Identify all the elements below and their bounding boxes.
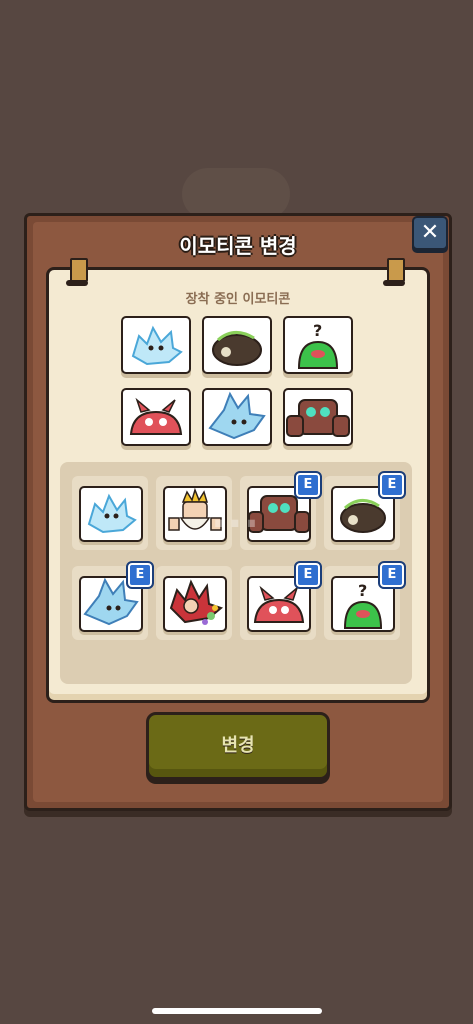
equipped-badge: E xyxy=(378,561,406,589)
equipped-slot-stone-golem[interactable] xyxy=(283,388,353,446)
ice-crystal-icon xyxy=(208,391,266,440)
inventory-item-red-spiky-jester[interactable] xyxy=(156,566,232,640)
dialog-title: 이모티콘 변경 xyxy=(179,234,297,258)
dark-boar-icon xyxy=(212,331,262,366)
pin-icon xyxy=(66,258,88,286)
green-slime-icon: ? xyxy=(297,321,339,369)
equipped-section-label: 장착 중인 이모티콘 xyxy=(185,292,291,307)
emoticon-card xyxy=(163,576,227,632)
red-jester-icon xyxy=(169,579,224,625)
pin-icon xyxy=(383,258,405,286)
equipped-slot-red-horned[interactable] xyxy=(121,388,191,446)
inventory-item-red-horned[interactable]: E xyxy=(240,561,322,640)
home-indicator xyxy=(152,1008,322,1014)
ice-spirit-icon xyxy=(131,325,183,366)
svg-text:?: ? xyxy=(313,321,322,340)
equipped-slot-ice-crystal[interactable] xyxy=(202,388,272,446)
equipped-badge: E xyxy=(294,561,322,589)
equipped-badge: E xyxy=(126,561,154,589)
equipped-slot-green-slime[interactable]: ? xyxy=(283,316,353,374)
inventory-item-ice-crystal[interactable]: E xyxy=(72,561,154,640)
watermark: ... xyxy=(211,492,261,536)
inventory-item-green-slime[interactable]: ? E xyxy=(324,561,406,640)
equipped-slot-dark-boar[interactable] xyxy=(202,316,272,374)
change-button[interactable]: 변경 xyxy=(146,712,330,780)
stone-golem-icon xyxy=(286,399,350,437)
svg-text:?: ? xyxy=(358,581,367,600)
close-button[interactable]: ✕ xyxy=(412,216,448,250)
red-horned-icon xyxy=(129,397,183,435)
equipped-slot-ice-spirit[interactable] xyxy=(121,316,191,374)
